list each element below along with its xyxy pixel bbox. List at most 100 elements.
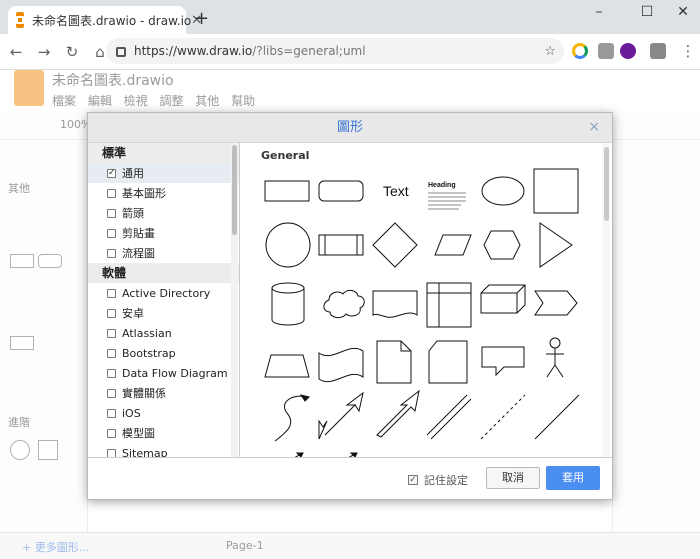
apply-button[interactable]: 套用	[546, 466, 600, 490]
shape-preview: General Text Heading	[241, 143, 612, 457]
back-icon[interactable]: ←	[4, 43, 28, 61]
checkbox-icon[interactable]	[107, 428, 116, 438]
diamond-shape[interactable]	[372, 222, 418, 268]
library-item-label: 箭頭	[122, 207, 144, 220]
library-item-label: iOS	[122, 406, 141, 420]
text-shape[interactable]: Text	[383, 183, 409, 199]
extension-icon[interactable]	[572, 43, 588, 59]
process-shape[interactable]	[318, 234, 364, 256]
menu-icon[interactable]: ⋮	[676, 42, 700, 60]
checkbox-icon[interactable]	[107, 348, 116, 358]
callout-shape[interactable]	[481, 346, 525, 377]
bidirectional-arrow-shape[interactable]	[318, 391, 364, 440]
library-item[interactable]: iOS	[88, 403, 239, 423]
checkbox-icon[interactable]	[107, 328, 116, 338]
curve-arrow-shape[interactable]	[274, 395, 310, 442]
library-item-label: Active Directory	[122, 286, 211, 300]
triangle-shape[interactable]	[539, 222, 573, 268]
maximize-button[interactable]: ☐	[632, 4, 662, 20]
profile-icon[interactable]	[620, 43, 636, 59]
library-item-label: Data Flow Diagram	[122, 366, 228, 380]
library-scrollbar[interactable]	[231, 143, 238, 457]
circle-shape[interactable]	[265, 222, 311, 268]
library-item-label: 基本圖形	[122, 187, 166, 200]
actor-shape[interactable]	[546, 337, 564, 378]
line-shape[interactable]	[534, 394, 580, 440]
checkbox-icon[interactable]	[107, 228, 116, 238]
library-item[interactable]: 安卓	[88, 303, 239, 323]
address-bar[interactable]: https://www.draw.io/?libs=general;uml ☆	[106, 38, 564, 64]
new-tab-button[interactable]: +	[194, 8, 209, 29]
remember-label: 記住設定	[424, 474, 468, 487]
note-shape[interactable]	[376, 340, 412, 384]
cloud-shape[interactable]	[323, 289, 365, 319]
library-item[interactable]: 流程圖	[88, 243, 239, 263]
library-item[interactable]: Bootstrap	[88, 343, 239, 363]
library-item[interactable]: Sitemap	[88, 443, 239, 457]
card-shape[interactable]	[428, 340, 468, 384]
remember-checkbox[interactable]: ✓	[408, 475, 418, 485]
document-shape[interactable]	[372, 290, 418, 318]
library-item[interactable]: Atlassian	[88, 323, 239, 343]
shape-preview-canvas: Text Heading	[264, 168, 580, 457]
ellipse-shape[interactable]	[481, 176, 525, 206]
cylinder-shape[interactable]	[271, 282, 305, 326]
download-icon[interactable]	[598, 43, 614, 59]
checkbox-icon[interactable]	[107, 308, 116, 318]
trapezoid-shape[interactable]	[264, 354, 310, 378]
library-item-label: 剪貼畫	[122, 227, 155, 240]
library-item[interactable]: 基本圖形	[88, 183, 239, 203]
library-item[interactable]: 模型圖	[88, 423, 239, 443]
forward-icon[interactable]: →	[32, 43, 56, 61]
dialog-title: 圖形	[88, 113, 612, 143]
library-item-label: 安卓	[122, 307, 144, 320]
tab-title: 未命名圖表.drawio - draw.io	[32, 13, 192, 28]
reload-icon[interactable]: ↻	[60, 43, 84, 61]
rectangle-shape[interactable]	[264, 180, 310, 202]
url-text: https://www.draw.io/?libs=general;uml	[134, 44, 366, 58]
internal-storage-shape[interactable]	[426, 282, 472, 328]
square-shape[interactable]	[533, 168, 579, 214]
parallelogram-shape[interactable]	[434, 234, 472, 256]
rounded-rectangle-shape[interactable]	[318, 180, 364, 202]
checkbox-icon[interactable]	[107, 388, 116, 398]
library-item[interactable]: ✓ 通用	[88, 163, 239, 183]
window-close-button[interactable]: ✕	[668, 4, 698, 20]
shapes-dialog: 圖形 × 標準 ✓ 通用基本圖形箭頭剪貼畫流程圖 軟體 Active Directory…	[87, 112, 613, 500]
checkbox-icon[interactable]	[107, 408, 116, 418]
checkbox-icon[interactable]	[107, 248, 116, 258]
checkbox-icon[interactable]	[107, 288, 116, 298]
checkbox-icon[interactable]	[107, 208, 116, 218]
minimize-button[interactable]: –	[584, 4, 614, 20]
preview-scrollbar[interactable]	[602, 143, 610, 457]
dialog-close-icon[interactable]: ×	[588, 119, 600, 135]
calendar-extension-icon[interactable]	[650, 43, 666, 59]
checkbox-icon[interactable]	[107, 448, 116, 457]
remember-settings[interactable]: ✓ 記住設定	[408, 472, 468, 488]
library-item[interactable]: 剪貼畫	[88, 223, 239, 243]
heading-text-shape[interactable]	[428, 192, 466, 210]
library-item-label: Atlassian	[122, 326, 172, 340]
checkbox-icon[interactable]	[107, 188, 116, 198]
library-category: 軟體	[88, 263, 239, 283]
library-item[interactable]: Data Flow Diagram	[88, 363, 239, 383]
browser-tab[interactable]: 未命名圖表.drawio - draw.io ✕	[8, 6, 202, 34]
hexagon-shape[interactable]	[483, 230, 521, 260]
drawio-favicon-icon	[16, 12, 24, 28]
cancel-button[interactable]: 取消	[486, 467, 540, 489]
library-category: 標準	[88, 143, 239, 163]
cube-shape[interactable]	[480, 284, 526, 314]
arrow-shape[interactable]	[376, 389, 420, 438]
checkbox-icon[interactable]	[107, 368, 116, 378]
checkbox-checked-icon[interactable]: ✓	[107, 168, 116, 178]
bookmark-star-icon[interactable]: ☆	[544, 44, 556, 59]
dashed-line-shape[interactable]	[480, 394, 526, 440]
library-item[interactable]: 實體關係	[88, 383, 239, 403]
library-item[interactable]: 箭頭	[88, 203, 239, 223]
library-item[interactable]: Active Directory	[88, 283, 239, 303]
browser-toolbar: ← → ↻ ⌂ https://www.draw.io/?libs=genera…	[0, 34, 700, 70]
step-shape[interactable]	[534, 290, 578, 316]
library-item-label: Bootstrap	[122, 346, 176, 360]
tape-shape[interactable]	[318, 348, 364, 382]
link-shape[interactable]	[426, 394, 472, 440]
